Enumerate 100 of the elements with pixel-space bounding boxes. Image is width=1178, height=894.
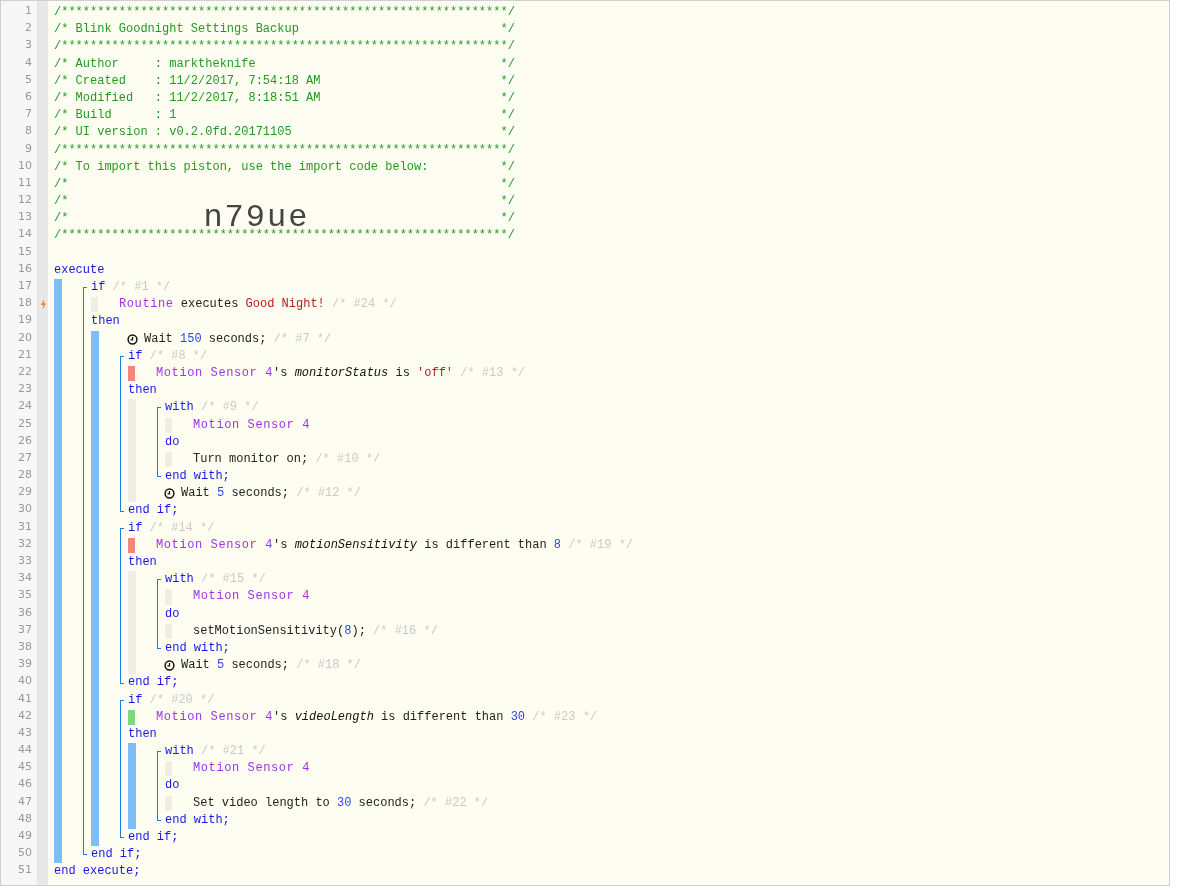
line-number: 15 [17,244,33,260]
code-keyword: end if; [128,674,179,692]
code-keyword: with [165,743,194,761]
number-literal: 5 [217,485,225,503]
code-keyword: if [128,347,143,365]
line-number: 26 [17,433,33,449]
line-number: 23 [17,382,33,398]
code-text: Wait [144,330,173,348]
comment-line: */ [500,210,515,228]
line-number: 9 [24,141,33,157]
code-text: executes [180,296,239,314]
line-number: 22 [17,364,33,380]
block-bracket [157,579,161,650]
line-number: 31 [17,519,33,535]
line-number: 38 [17,639,33,655]
code-keyword: then [128,725,157,743]
code-text: is different than [424,536,547,554]
comment-line: /* Created : 11/2/2017, 7:54:18 AM [54,72,321,90]
code-keyword: then [91,313,120,331]
line-number: 14 [17,227,33,243]
code-text: seconds; [231,485,289,503]
comment-line: */ [500,55,515,73]
code-text: 's [273,536,288,554]
comment-line: /* Blink Goodnight Settings Backup [54,21,299,39]
code-keyword: end execute; [54,863,141,881]
code-text: seconds; [208,330,267,348]
comment-line: /**************************************************************/ [54,38,515,56]
code-text: is [395,364,410,382]
code-text: ); [351,622,366,640]
line-number: 34 [17,571,33,587]
code-text: is different than [381,708,504,726]
comment-line: */ [500,72,515,90]
comment-line: /* Build : 1 [54,107,177,125]
block-bracket [157,751,161,821]
line-number: 32 [17,536,33,552]
code-text: Set video length to [193,794,330,812]
number-literal: 30 [510,708,526,726]
block-bracket [157,407,161,478]
line-number: 16 [17,261,33,277]
code-text: setMotionSensitivity( [193,622,345,640]
number-literal: 8 [553,536,562,554]
line-number: 20 [17,330,33,346]
code-keyword: end with; [165,639,230,657]
comment-line: /* UI version : v0.2.0fd.20171105 [54,124,292,142]
comment-line: */ [500,107,515,125]
comment-line: */ [500,193,515,211]
code-keyword: if [128,519,143,537]
line-number: 5 [24,72,33,88]
number-literal: 150 [180,330,202,348]
line-number: 12 [17,193,33,209]
line-number: 29 [17,485,33,501]
line-number: 6 [24,89,33,105]
comment-line: /* [54,193,69,211]
code-keyword: with [165,571,194,589]
attribute-name: monitorStatus [294,364,389,382]
line-number: 10 [17,158,33,174]
line-number: 51 [17,863,33,879]
code-text: seconds; [231,657,289,675]
line-number: 33 [17,554,33,569]
code-keyword: if [91,279,106,296]
comment-line: /* Modified : 11/2/2017, 8:18:51 AM [54,89,321,107]
line-number: 19 [17,313,33,329]
code-text: Wait [181,657,210,675]
device-name: Motion Sensor 4 [156,536,274,554]
line-number: 25 [17,416,33,432]
line-number: 8 [24,124,33,140]
comment-line: /**************************************************************/ [54,4,515,21]
line-number: 41 [17,691,33,707]
attribute-name: motionSensitivity [294,536,418,554]
line-number: 36 [17,605,33,621]
code-keyword: do [165,605,180,623]
device-name: Motion Sensor 4 [156,364,274,382]
code-keyword: if [128,691,143,709]
comment-line: */ [500,124,515,142]
line-number: 39 [17,657,33,673]
code-keyword: end if; [128,829,179,846]
code-keyword: end with; [165,468,230,486]
line-number: 21 [17,347,33,363]
line-number: 35 [17,588,33,604]
line-number: 2 [24,21,33,37]
device-name: Motion Sensor 4 [156,708,274,726]
line-number: 40 [17,674,33,690]
device-name: Routine [119,296,174,314]
device-name: Motion Sensor 4 [193,760,311,778]
line-number: 42 [17,708,33,724]
line-number: 24 [17,399,33,415]
comment-line: */ [500,21,515,39]
clock-icon [127,333,138,345]
line-number: 47 [17,794,33,810]
code-text: 's [273,708,288,726]
code-keyword: then [128,382,157,400]
string-literal: 'off' [417,364,454,382]
clock-icon [164,660,175,672]
code-keyword: with [165,399,194,417]
line-number: 13 [17,210,33,226]
code-keyword: do [165,777,180,795]
line-number: 18 [17,296,33,312]
comment-line: */ [500,158,515,176]
code-text: Turn monitor on; [193,450,309,468]
number-literal: 30 [337,794,352,812]
